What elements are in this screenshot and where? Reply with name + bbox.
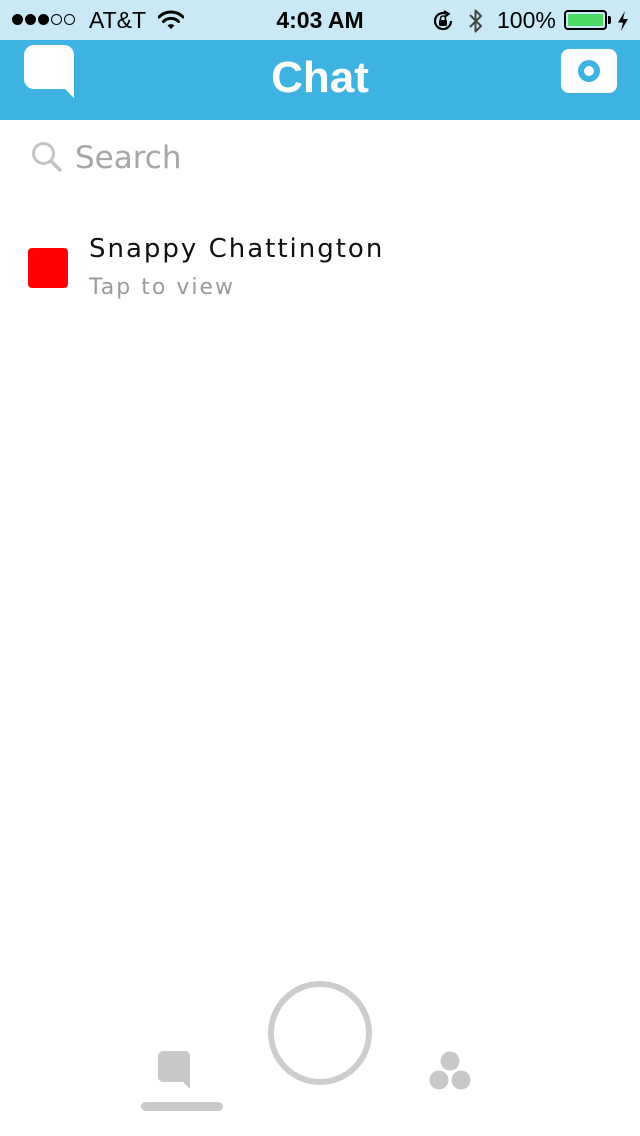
camera-icon <box>578 60 600 82</box>
charging-bolt-icon <box>617 10 629 37</box>
chat-contact-name: Snappy Chattington <box>89 234 385 264</box>
battery-icon <box>564 10 607 30</box>
chat-icon <box>158 1051 190 1089</box>
battery-percentage: 100% <box>497 7 556 33</box>
status-bar: AT&T 4:03 AM 100% <box>0 0 640 40</box>
battery-cap <box>608 16 611 24</box>
search-input[interactable] <box>75 136 595 180</box>
bluetooth-icon <box>468 8 484 39</box>
rotation-lock-icon <box>431 9 455 38</box>
capture-button[interactable] <box>268 981 372 1085</box>
snap-status-indicator <box>28 248 68 288</box>
active-tab-indicator <box>141 1102 223 1111</box>
search-bar <box>0 120 640 198</box>
header-bar: Chat <box>0 40 640 120</box>
nav-stories-tab[interactable] <box>426 1051 474 1095</box>
chat-status-text: Tap to view <box>89 275 235 300</box>
page-title: Chat <box>271 53 369 102</box>
battery-level <box>568 14 603 26</box>
stories-icon <box>429 1051 471 1090</box>
search-icon <box>31 141 63 178</box>
chat-list-item[interactable]: Snappy Chattington Tap to view <box>0 222 640 314</box>
nav-chat-tab[interactable] <box>141 1046 223 1114</box>
bottom-navigation <box>0 960 640 1136</box>
camera-button[interactable] <box>561 49 617 93</box>
